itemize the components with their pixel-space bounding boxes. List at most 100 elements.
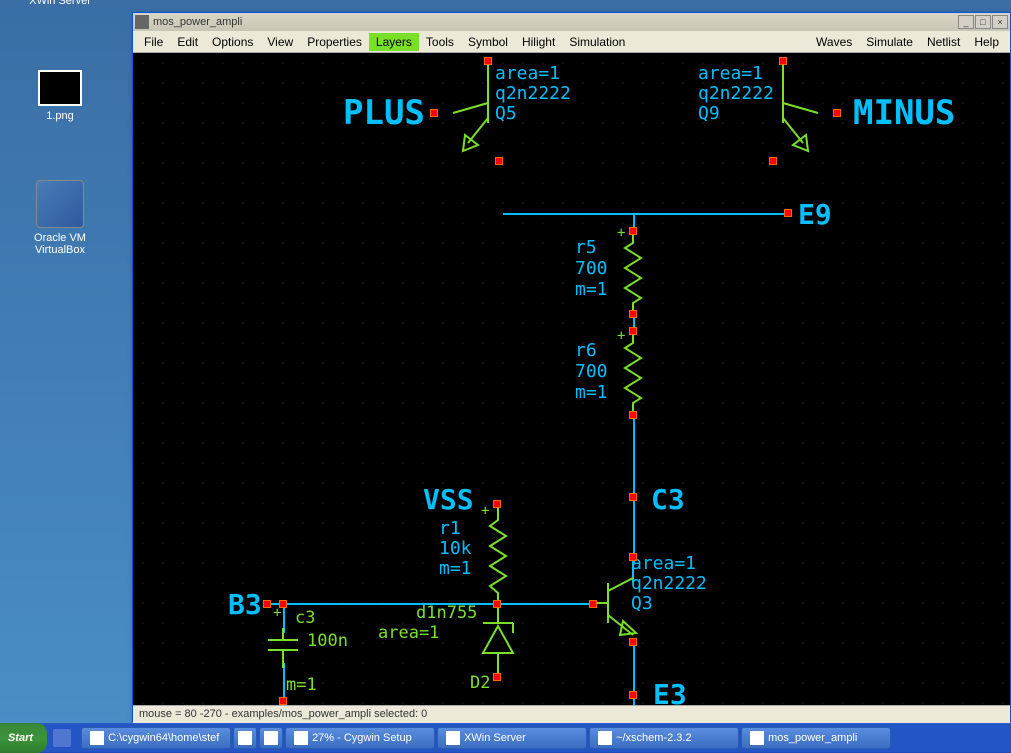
menu-view[interactable]: View <box>260 33 300 51</box>
pin <box>629 493 637 501</box>
wire <box>633 413 635 563</box>
pin <box>279 697 287 705</box>
window-title: mos_power_ampli <box>153 16 958 28</box>
cygwin-icon <box>294 731 308 745</box>
menu-options[interactable]: Options <box>205 33 260 51</box>
pin <box>629 227 637 235</box>
desktop-icon-1png[interactable]: 1.png <box>20 70 100 122</box>
image-file-icon <box>38 70 82 106</box>
pin <box>589 600 597 608</box>
capacitor-c3-icon <box>263 628 303 668</box>
pin <box>430 109 438 117</box>
d2-area: area=1 <box>378 623 439 643</box>
status-text: mouse = 80 -270 - examples/mos_power_amp… <box>139 708 427 720</box>
c3-value: 100n <box>307 631 348 651</box>
c3-name: c3 <box>295 608 315 628</box>
pin <box>629 691 637 699</box>
pin <box>263 600 271 608</box>
r6-m: m=1 <box>575 382 608 403</box>
q9-model: q2n2222 <box>698 83 774 104</box>
pin <box>495 157 503 165</box>
d2-model: d1n755 <box>416 603 477 623</box>
pin <box>493 673 501 681</box>
r1-value: 10k <box>439 538 472 559</box>
diode-d2-icon <box>473 608 523 678</box>
quick-launch <box>47 729 77 747</box>
r1-m: m=1 <box>439 558 472 579</box>
r5-value: 700 <box>575 258 608 279</box>
pin <box>493 500 501 508</box>
pin <box>779 57 787 65</box>
c3-m: m=1 <box>286 675 317 695</box>
taskbar: Start C:\cygwin64\home\stef 27% - Cygwin… <box>0 723 1011 753</box>
net-c3: C3 <box>651 483 685 516</box>
resistor-r6-icon <box>623 333 643 413</box>
schematic-canvas[interactable]: PLUS MINUS E9 VSS C3 B3 E3 area=1 q2n222… <box>133 53 1010 705</box>
wire <box>503 213 788 215</box>
pin <box>629 553 637 561</box>
net-e3: E3 <box>653 678 687 705</box>
terminal-icon <box>598 731 612 745</box>
menu-symbol[interactable]: Symbol <box>461 33 515 51</box>
statusbar: mouse = 80 -270 - examples/mos_power_amp… <box>133 705 1010 723</box>
menu-file[interactable]: File <box>137 33 170 51</box>
task-mos-power[interactable]: mos_power_ampli <box>741 727 891 749</box>
task-cygwin[interactable]: 27% - Cygwin Setup <box>285 727 435 749</box>
menu-layers[interactable]: Layers <box>369 33 419 51</box>
menu-simulation[interactable]: Simulation <box>562 33 632 51</box>
minimize-button[interactable]: _ <box>958 15 974 29</box>
net-vss: VSS <box>423 483 474 516</box>
titlebar[interactable]: mos_power_ampli _ □ × <box>133 13 1010 31</box>
app-icon <box>135 15 149 29</box>
menu-tools[interactable]: Tools <box>419 33 461 51</box>
r5-m: m=1 <box>575 279 608 300</box>
vbox-label: Oracle VM VirtualBox <box>20 232 100 256</box>
pin <box>784 209 792 217</box>
close-button[interactable]: × <box>992 15 1008 29</box>
menu-properties[interactable]: Properties <box>300 33 369 51</box>
menu-hilight[interactable]: Hilight <box>515 33 562 51</box>
desktop-icon-xwin[interactable]: XWin Server <box>20 0 100 7</box>
ql-ie-icon[interactable] <box>53 729 71 747</box>
task-unknown2[interactable] <box>259 727 283 749</box>
task-unknown1[interactable] <box>233 727 257 749</box>
menu-edit[interactable]: Edit <box>170 33 205 51</box>
transistor-q9-icon <box>768 63 828 163</box>
pin <box>769 157 777 165</box>
r5-name: r5 <box>575 237 597 258</box>
maximize-button[interactable]: □ <box>975 15 991 29</box>
task-xwin[interactable]: XWin Server <box>437 727 587 749</box>
q9-area: area=1 <box>698 63 763 84</box>
pin <box>629 411 637 419</box>
desktop-icon-virtualbox[interactable]: Oracle VM VirtualBox <box>20 180 100 256</box>
task-xschem-dir[interactable]: ~/xschem-2.3.2 <box>589 727 739 749</box>
q5-area: area=1 <box>495 63 560 84</box>
xschem-icon <box>750 731 764 745</box>
pin <box>279 600 287 608</box>
app-icon <box>238 731 252 745</box>
start-button[interactable]: Start <box>0 723 47 753</box>
pin <box>833 109 841 117</box>
transistor-q5-icon <box>443 63 503 163</box>
menu-waves[interactable]: Waves <box>809 33 859 51</box>
pin <box>629 638 637 646</box>
resistor-r1-icon <box>488 508 508 603</box>
q5-model: q2n2222 <box>495 83 571 104</box>
net-minus: MINUS <box>853 93 955 133</box>
wire <box>268 603 593 605</box>
net-e9: E9 <box>798 198 832 231</box>
resistor-r5-icon <box>623 233 643 313</box>
transistor-q3-icon <box>588 553 648 653</box>
app-icon <box>264 731 278 745</box>
xwin-label: XWin Server <box>20 0 100 7</box>
menu-help[interactable]: Help <box>967 33 1006 51</box>
r1-name: r1 <box>439 518 461 539</box>
menu-netlist[interactable]: Netlist <box>920 33 967 51</box>
pin <box>484 57 492 65</box>
folder-icon <box>90 731 104 745</box>
task-explorer[interactable]: C:\cygwin64\home\stef <box>81 727 231 749</box>
net-b3: B3 <box>228 588 262 621</box>
x-icon <box>446 731 460 745</box>
pin <box>629 327 637 335</box>
menu-simulate[interactable]: Simulate <box>859 33 920 51</box>
